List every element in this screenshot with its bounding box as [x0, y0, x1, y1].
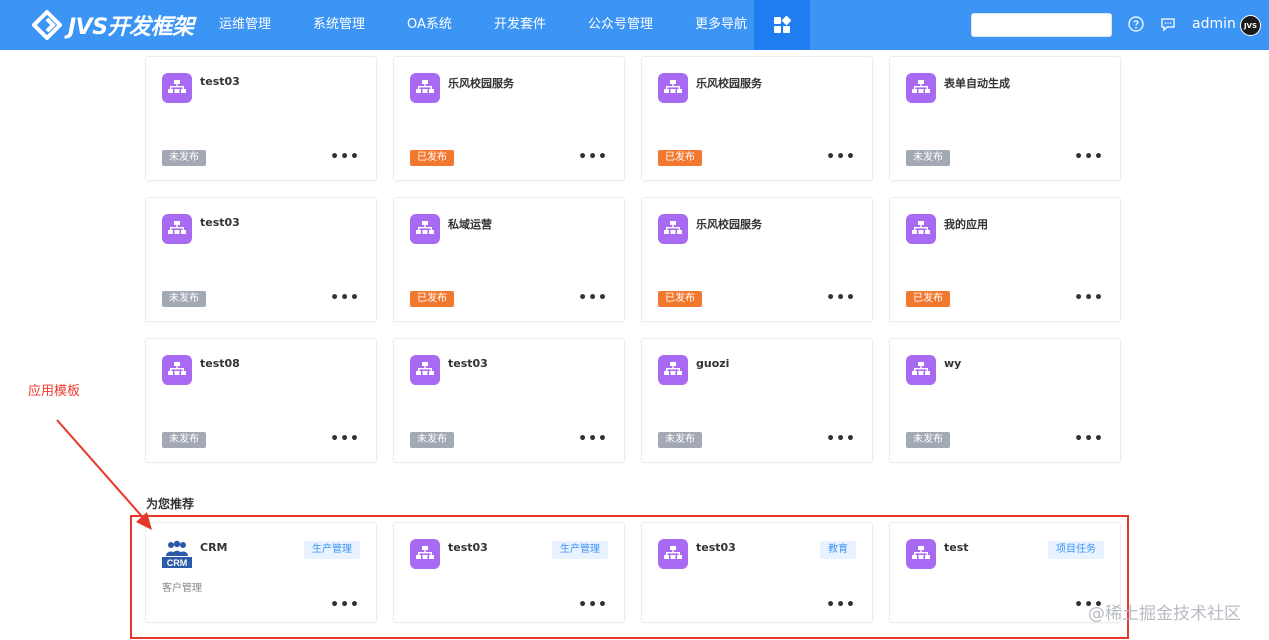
more-button[interactable]: ••• — [826, 431, 856, 447]
app-name: test08 — [200, 357, 240, 370]
app-card[interactable]: guozi 未发布 ••• — [641, 338, 873, 463]
app-icon — [658, 214, 688, 244]
nav-item-oa[interactable]: OA系统 — [386, 0, 473, 50]
app-icon — [162, 214, 192, 244]
status-badge: 已发布 — [658, 150, 702, 166]
app-icon — [410, 73, 440, 103]
message-icon[interactable] — [1160, 16, 1176, 32]
apps-grid-icon — [774, 16, 791, 33]
watermark: @稀土掘金技术社区 — [1088, 604, 1241, 624]
search-input[interactable] — [971, 13, 1112, 37]
logo[interactable]: JVS开发框架 — [32, 9, 194, 41]
app-card[interactable]: 私域运营已发布 ••• — [393, 197, 625, 322]
annotation-box — [130, 515, 1129, 639]
status-badge: 未发布 — [410, 432, 454, 448]
section-title-recommend: 为您推荐 — [146, 497, 195, 511]
main-nav: 运维管理 系统管理 OA系统 开发套件 公众号管理 更多导航 — [198, 0, 786, 50]
more-button[interactable]: ••• — [330, 149, 360, 165]
app-name: guozi — [696, 357, 730, 370]
app-icon — [410, 214, 440, 244]
logo-text: JVS开发框架 — [68, 15, 194, 40]
more-button[interactable]: ••• — [330, 431, 360, 447]
annotation-label: 应用模板 — [28, 384, 81, 399]
app-name: test03 — [200, 216, 240, 229]
app-card[interactable]: wy 未发布 ••• — [889, 338, 1121, 463]
app-icon — [906, 355, 936, 385]
app-name: test03 — [200, 75, 240, 88]
status-badge: 已发布 — [658, 291, 702, 307]
more-button[interactable]: ••• — [578, 431, 608, 447]
app-icon — [658, 73, 688, 103]
more-button[interactable]: ••• — [1074, 431, 1104, 447]
avatar[interactable]: JVS — [1240, 15, 1261, 36]
status-badge: 未发布 — [658, 432, 702, 448]
app-name: 私域运营 — [448, 218, 492, 231]
nav-item-devkit[interactable]: 开发套件 — [473, 0, 567, 50]
status-badge: 已发布 — [906, 291, 950, 307]
more-button[interactable]: ••• — [578, 290, 608, 306]
more-button[interactable]: ••• — [1074, 149, 1104, 165]
app-icon — [162, 73, 192, 103]
app-name: 我的应用 — [944, 218, 988, 231]
app-card[interactable]: 我的应用已发布 ••• — [889, 197, 1121, 322]
help-icon[interactable] — [1128, 16, 1144, 32]
more-button[interactable]: ••• — [826, 149, 856, 165]
app-icon — [906, 73, 936, 103]
more-button[interactable]: ••• — [1074, 290, 1104, 306]
app-icon — [658, 355, 688, 385]
status-badge: 已发布 — [410, 150, 454, 166]
nav-more-label: 更多导航 — [694, 17, 747, 32]
status-badge: 未发布 — [162, 432, 206, 448]
app-name: 乐风校园服务 — [696, 77, 762, 90]
status-badge: 未发布 — [906, 432, 950, 448]
app-card[interactable]: 乐风校园服务已发布 ••• — [641, 56, 873, 181]
status-badge: 已发布 — [410, 291, 454, 307]
nav-item-system[interactable]: 系统管理 — [292, 0, 386, 50]
app-card[interactable]: 乐风校园服务已发布 ••• — [393, 56, 625, 181]
app-card[interactable]: test03 未发布 ••• — [145, 197, 377, 322]
app-name: 表单自动生成 — [944, 77, 1010, 90]
app-icon — [162, 355, 192, 385]
app-card[interactable]: test03 未发布 ••• — [393, 338, 625, 463]
status-badge: 未发布 — [906, 150, 950, 166]
logo-icon — [32, 10, 62, 40]
app-card[interactable]: 表单自动生成未发布 ••• — [889, 56, 1121, 181]
app-icon — [906, 214, 936, 244]
more-button[interactable]: ••• — [330, 290, 360, 306]
apps-grid-button[interactable] — [754, 0, 810, 50]
top-navbar: JVS开发框架 运维管理 系统管理 OA系统 开发套件 公众号管理 更多导航 a… — [0, 0, 1269, 50]
app-name: wy — [944, 357, 962, 370]
app-card[interactable]: 乐风校园服务已发布 ••• — [641, 197, 873, 322]
nav-item-ops[interactable]: 运维管理 — [198, 0, 292, 50]
app-card[interactable]: test08 未发布 ••• — [145, 338, 377, 463]
app-card[interactable]: test03 未发布 ••• — [145, 56, 377, 181]
app-icon — [410, 355, 440, 385]
status-badge: 未发布 — [162, 291, 206, 307]
nav-item-wechat[interactable]: 公众号管理 — [567, 0, 674, 50]
status-badge: 未发布 — [162, 150, 206, 166]
user-name[interactable]: admin — [1192, 16, 1236, 32]
more-button[interactable]: ••• — [826, 290, 856, 306]
app-name: 乐风校园服务 — [696, 218, 762, 231]
more-button[interactable]: ••• — [578, 149, 608, 165]
app-name: 乐风校园服务 — [448, 77, 514, 90]
app-name: test03 — [448, 357, 488, 370]
